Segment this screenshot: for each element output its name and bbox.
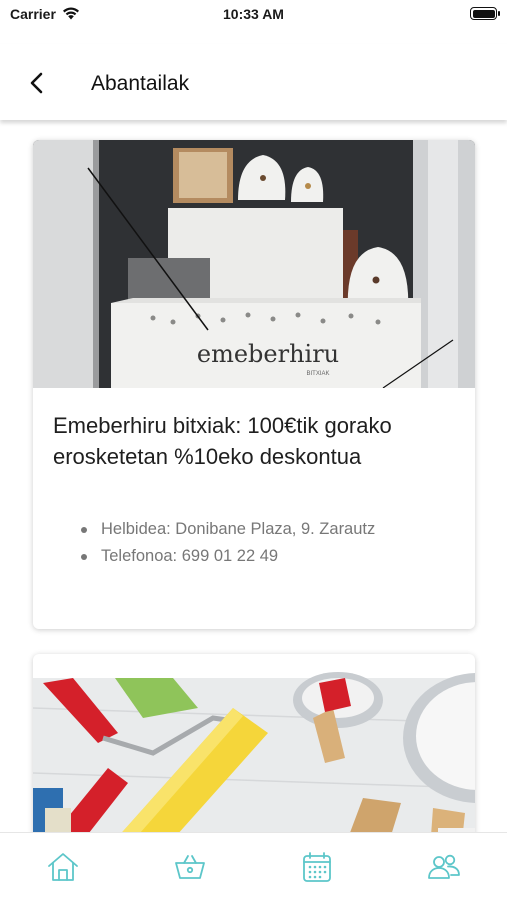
offers-list[interactable]: emeberhiru BITXIAK Emeberhiru bitxiak: 1… xyxy=(0,120,507,832)
offer-address: Helbidea: Donibane Plaza, 9. Zarautz xyxy=(53,516,455,543)
offer-card[interactable] xyxy=(33,654,475,832)
chevron-left-icon xyxy=(30,72,43,94)
jewelry-shop-photo: emeberhiru BITXIAK xyxy=(33,140,475,388)
calendar-icon xyxy=(302,852,331,882)
shop-logo-subtext: BITXIAK xyxy=(306,371,329,377)
offer-phone[interactable]: Telefonoa: 699 01 22 49 xyxy=(53,543,455,570)
shop-logo-text: emeberhiru xyxy=(197,340,339,368)
offer-card[interactable]: emeberhiru BITXIAK Emeberhiru bitxiak: 1… xyxy=(33,140,475,629)
status-bar: Carrier 10:33 AM xyxy=(0,0,507,30)
nav-header: Abantailak xyxy=(0,44,507,120)
offer-details: Helbidea: Donibane Plaza, 9. Zarautz Tel… xyxy=(53,516,455,570)
page-title: Abantailak xyxy=(91,72,190,95)
tab-basket[interactable] xyxy=(160,842,220,892)
tab-users[interactable] xyxy=(414,842,474,892)
back-button[interactable] xyxy=(22,68,52,98)
paint-tools-photo xyxy=(33,672,475,832)
tab-calendar[interactable] xyxy=(287,842,347,892)
battery-icon xyxy=(470,7,500,20)
status-time: 10:33 AM xyxy=(223,6,284,22)
tab-bar xyxy=(0,832,507,900)
users-icon xyxy=(427,854,460,879)
tab-home[interactable] xyxy=(33,842,93,892)
offer-title: Emeberhiru bitxiak: 100€tik gorako erosk… xyxy=(53,413,392,469)
home-icon xyxy=(48,853,79,881)
basket-icon xyxy=(175,855,206,879)
